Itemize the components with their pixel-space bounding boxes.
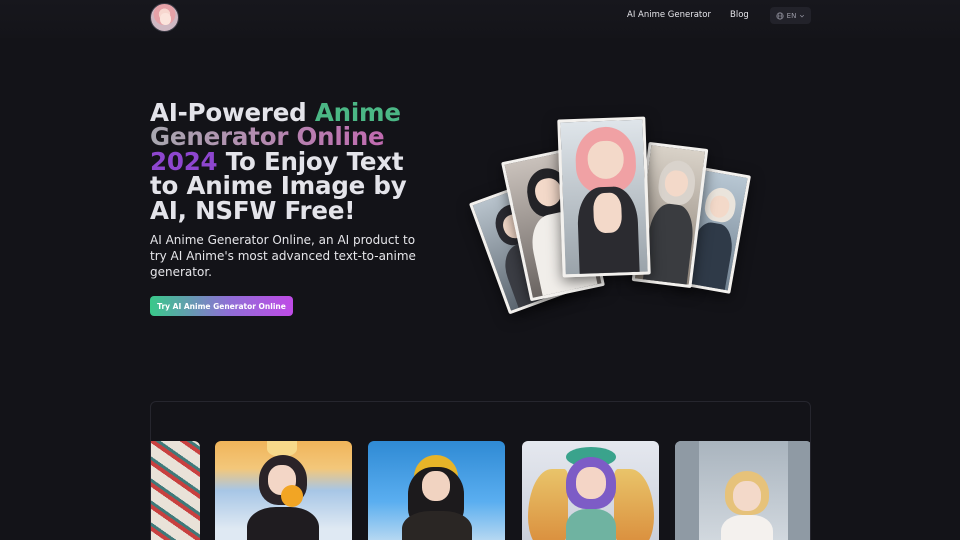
title-line-5: AI, NSFW Free! bbox=[150, 195, 356, 225]
logo-avatar[interactable] bbox=[150, 3, 179, 32]
language-selector[interactable]: EN bbox=[770, 7, 811, 24]
gallery-image-hooded-girl[interactable] bbox=[368, 441, 505, 540]
nav-link-blog[interactable]: Blog bbox=[730, 10, 749, 20]
gallery-image-winged-girl[interactable] bbox=[522, 441, 659, 540]
hero-title: AI-Powered Anime Generator Online 2024 T… bbox=[150, 100, 420, 225]
try-generator-button[interactable]: Try AI Anime Generator Online bbox=[150, 296, 293, 316]
avatar-face bbox=[160, 13, 171, 25]
nav-link-anime-generator[interactable]: AI Anime Generator bbox=[627, 10, 711, 20]
hero-subtitle: AI Anime Generator Online, an AI product… bbox=[150, 233, 416, 279]
gallery-image-koi-art[interactable] bbox=[151, 441, 200, 540]
globe-icon bbox=[776, 11, 784, 20]
gallery-image-blonde-girl[interactable] bbox=[675, 441, 810, 540]
gallery-image-sunflower-girl[interactable] bbox=[215, 441, 352, 540]
image-gallery bbox=[150, 401, 811, 540]
title-line-4: to Anime Image by bbox=[150, 171, 407, 201]
site-header: AI Anime Generator Blog EN bbox=[0, 0, 960, 38]
hero-card-main bbox=[557, 116, 651, 278]
chevron-down-icon bbox=[800, 14, 805, 17]
language-label: EN bbox=[786, 11, 797, 20]
